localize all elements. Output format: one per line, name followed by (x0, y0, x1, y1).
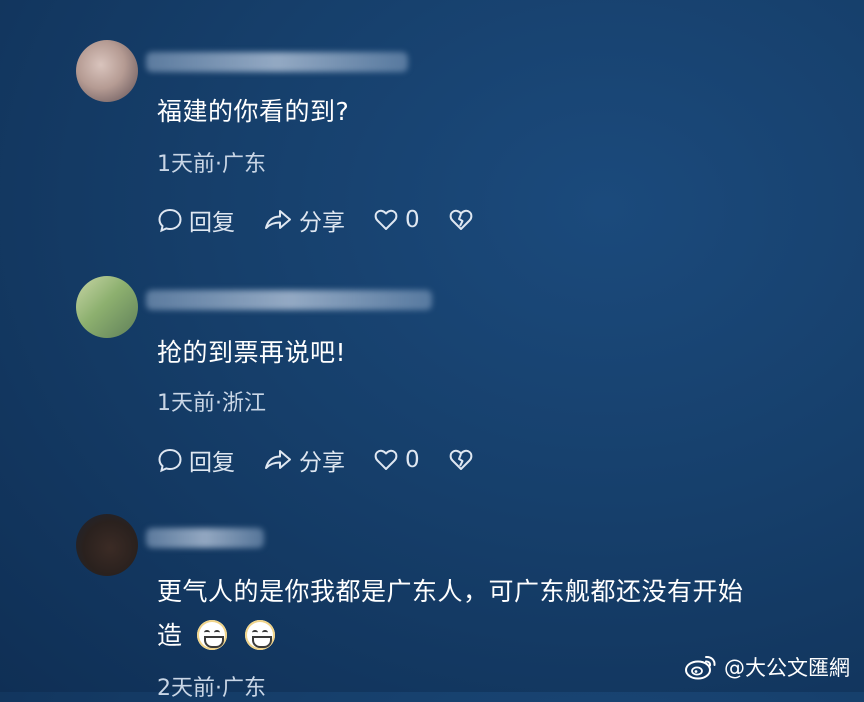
share-arrow-icon (265, 210, 291, 229)
comment-actions: 回复 分享 0 (157, 444, 508, 476)
reply-button[interactable]: 回复 (157, 443, 235, 477)
comment-text-line-1: 更气人的是你我都是广东人，可广东舰都还没有开始 (157, 577, 744, 606)
comment-text-line-2-text: 造 (157, 621, 183, 650)
avatar[interactable] (76, 276, 138, 338)
watermark-text: @大公文匯網 (724, 656, 850, 680)
comment-actions: 回复 分享 0 (157, 204, 508, 236)
like-count: 0 (405, 207, 420, 233)
comment-text: 更气人的是你我都是广东人，可广东舰都还没有开始 造 (157, 572, 744, 656)
comment-meta: 1天前·浙江 (157, 391, 266, 416)
share-button[interactable]: 分享 (263, 203, 345, 237)
heart-icon (374, 209, 398, 230)
share-button[interactable]: 分享 (263, 443, 345, 477)
share-label: 分享 (299, 450, 345, 476)
broken-heart-icon (449, 209, 473, 230)
username-blurred[interactable] (146, 290, 432, 310)
share-arrow-icon (265, 450, 291, 469)
username-blurred[interactable] (146, 528, 264, 548)
share-label: 分享 (299, 210, 345, 236)
weibo-watermark: @大公文匯網 (684, 652, 850, 682)
avatar[interactable] (76, 514, 138, 576)
like-count: 0 (405, 447, 420, 473)
avatar[interactable] (76, 40, 138, 102)
grinning-emoji-icon (245, 620, 276, 650)
reply-label: 回复 (189, 210, 235, 236)
comment-bubble-icon (158, 208, 182, 233)
dislike-button[interactable] (448, 208, 480, 232)
comment-meta: 1天前·广东 (157, 152, 266, 177)
comment-text: 福建的你看的到? (157, 97, 350, 126)
username-blurred[interactable] (146, 52, 408, 72)
like-button[interactable]: 0 (373, 207, 420, 233)
reply-button[interactable]: 回复 (157, 203, 235, 237)
dislike-button[interactable] (448, 448, 480, 472)
reply-label: 回复 (189, 450, 235, 476)
comment-text: 抢的到票再说吧! (157, 338, 347, 367)
weibo-logo-icon (685, 655, 716, 680)
grinning-emoji-icon (196, 620, 227, 650)
comment-text-line-2: 造 (157, 616, 744, 656)
comment-meta: 2天前·广东 (157, 676, 266, 701)
comment-bubble-icon (158, 448, 182, 473)
like-button[interactable]: 0 (373, 447, 420, 473)
broken-heart-icon (449, 449, 473, 470)
heart-icon (374, 449, 398, 470)
